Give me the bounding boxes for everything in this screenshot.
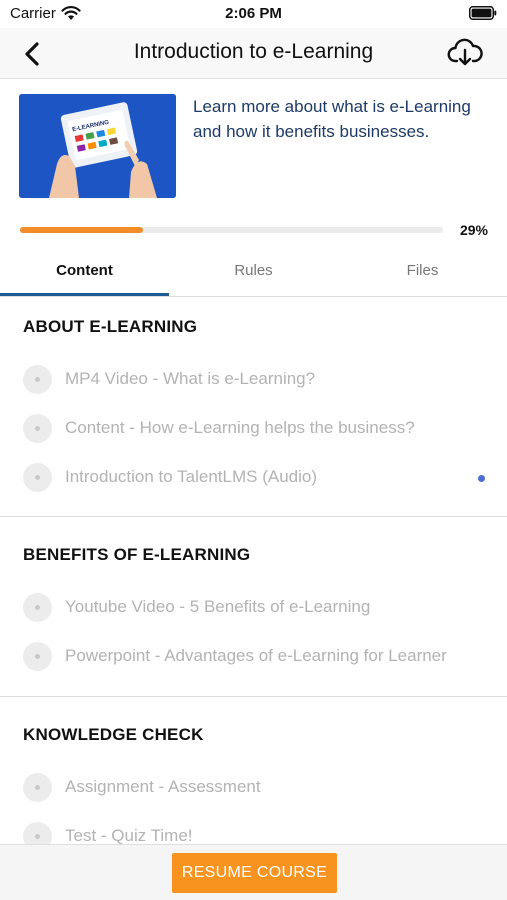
course-description: Learn more about what is e-Learning and … [193,97,471,141]
chevron-left-icon [25,42,39,66]
nav-bar: Introduction to e-Learning [0,28,507,79]
tab-files[interactable]: Files [338,250,507,296]
section-title-about: ABOUT E-LEARNING [23,317,198,336]
bottom-bar: RESUME COURSE [0,844,507,900]
unit-label: Introduction to TalentLMS (Audio) [65,467,317,486]
section-title-knowledge-check: KNOWLEDGE CHECK [23,725,204,744]
section-divider [0,696,507,697]
unit-label: Content - How e-Learning helps the busin… [65,418,415,437]
unit-label: MP4 Video - What is e-Learning? [65,369,316,388]
tab-bar: Content Rules Files [0,250,507,297]
section-title-benefits: BENEFITS OF E-LEARNING [23,545,251,564]
section-divider [0,516,507,517]
download-button[interactable] [447,38,483,68]
tab-content[interactable]: Content [0,250,169,296]
tab-rules[interactable]: Rules [169,250,338,296]
unit-status-icon [23,593,52,622]
unit-item[interactable]: Powerpoint - Advantages of e-Learning fo… [0,636,507,676]
unit-label: Assignment - Assessment [65,777,261,796]
progress-fill [20,227,143,233]
unit-status-icon [23,463,52,492]
back-button[interactable] [18,39,48,69]
tablet-illustration: E-LEARNING [19,94,176,198]
active-tab-indicator [0,293,169,296]
status-time: 2:06 PM [225,5,282,22]
unit-item[interactable]: Content - How e-Learning helps the busin… [0,408,507,448]
unit-status-icon [23,414,52,443]
progress-percent: 29% [459,222,488,238]
battery-icon [469,6,497,20]
current-unit-indicator [478,475,485,482]
resume-course-button[interactable]: RESUME COURSE [172,853,337,893]
unit-item[interactable]: Assignment - Assessment [0,767,507,807]
unit-item[interactable]: Introduction to TalentLMS (Audio) [0,457,507,497]
unit-label: Test - Quiz Time! [65,826,193,845]
unit-status-icon [23,365,52,394]
progress-bar [20,227,443,233]
cloud-download-icon [447,38,483,66]
unit-item[interactable]: Youtube Video - 5 Benefits of e-Learning [0,587,507,627]
status-bar: Carrier 2:06 PM [0,0,507,28]
unit-status-icon [23,773,52,802]
unit-label: Powerpoint - Advantages of e-Learning fo… [65,646,447,665]
unit-status-icon [23,642,52,671]
page-title: Introduction to e-Learning [133,40,374,63]
unit-item[interactable]: MP4 Video - What is e-Learning? [0,359,507,399]
course-thumbnail: E-LEARNING [19,94,176,198]
unit-label: Youtube Video - 5 Benefits of e-Learning [65,597,371,616]
